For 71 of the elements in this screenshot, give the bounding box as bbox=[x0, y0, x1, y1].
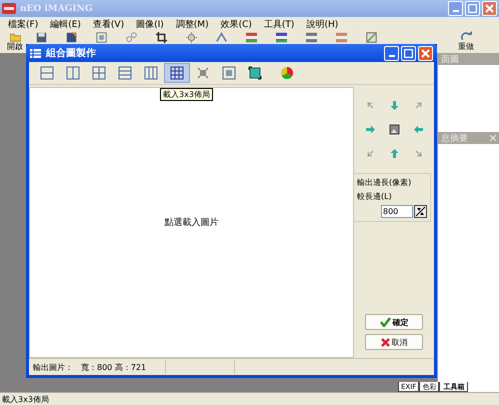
input-field[interactable]: 800 bbox=[381, 205, 413, 218]
arrow-icon bbox=[412, 124, 424, 134]
cross-icon bbox=[380, 338, 390, 346]
frame-icon bbox=[96, 32, 106, 43]
save-as-icon bbox=[66, 32, 76, 43]
field-label: 較長邊(L) bbox=[357, 191, 393, 202]
color-bars-icon bbox=[276, 32, 286, 43]
image-icon bbox=[388, 124, 400, 134]
two-rows-layout-icon bbox=[38, 64, 56, 82]
three-rows-layout-icon bbox=[116, 64, 134, 82]
menu-item[interactable]: 說明(H) bbox=[300, 18, 344, 30]
close-button[interactable] bbox=[418, 46, 433, 60]
edit-icon bbox=[366, 32, 376, 43]
maximize-icon bbox=[468, 4, 477, 13]
frame-icon bbox=[220, 64, 238, 82]
ok-button[interactable]: 確定 bbox=[365, 314, 423, 330]
image-frame-icon bbox=[246, 64, 264, 82]
window-title: nEO iMAGING bbox=[20, 4, 93, 14]
three-columns-layout-icon bbox=[142, 64, 160, 82]
menu-item[interactable]: 調整(M) bbox=[170, 18, 215, 30]
align-button[interactable] bbox=[388, 124, 400, 134]
close-icon bbox=[421, 48, 430, 58]
spin-button[interactable] bbox=[414, 205, 427, 218]
dialog-title: 組合圖製作 bbox=[46, 46, 96, 60]
arrow-icon bbox=[388, 100, 400, 110]
minimize-button[interactable] bbox=[384, 46, 399, 60]
cancel-button[interactable]: 取消 bbox=[365, 334, 423, 350]
toolbar-button[interactable]: 開啟 bbox=[4, 31, 26, 53]
color-bars-icon bbox=[246, 32, 256, 43]
status-value: 寬：800 高：721 bbox=[80, 362, 148, 372]
status-text: 載入3x3佈局 bbox=[2, 394, 49, 404]
maximize-button[interactable] bbox=[465, 1, 480, 16]
arrow-icon bbox=[388, 148, 400, 158]
close-icon bbox=[485, 4, 494, 13]
menu-item[interactable]: 編輯(E) bbox=[44, 18, 87, 30]
checkmark-icon bbox=[380, 317, 390, 327]
arrow-icon bbox=[364, 100, 376, 110]
panel-title: 息摘要 bbox=[441, 132, 468, 144]
panel-title: 面圖 bbox=[441, 54, 459, 66]
toolbar-button[interactable]: 重做 bbox=[455, 31, 477, 53]
crop-icon bbox=[156, 32, 166, 43]
status-label: 輸出圖片： bbox=[32, 362, 74, 372]
canvas-hint: 點選載入圖片 bbox=[164, 216, 218, 229]
color-bars-icon bbox=[306, 32, 316, 43]
redo-icon bbox=[460, 31, 472, 42]
two-columns-layout-icon bbox=[64, 64, 82, 82]
grid-layout-icon bbox=[168, 64, 186, 82]
color-wheel-icon bbox=[278, 64, 296, 82]
maximize-button[interactable] bbox=[401, 46, 416, 60]
layout-button[interactable] bbox=[164, 63, 190, 83]
maximize-icon bbox=[404, 48, 413, 58]
group-title: 輸出邊長(像素) bbox=[357, 177, 412, 188]
minimize-icon bbox=[452, 10, 458, 12]
menu-item[interactable]: 檔案(F) bbox=[2, 18, 44, 30]
menu-item[interactable]: 圖像(I) bbox=[130, 18, 170, 30]
color-bars-icon bbox=[336, 32, 346, 43]
arrow-icon bbox=[364, 124, 376, 134]
tooltip: 載入3x3佈局 bbox=[160, 88, 213, 101]
save-icon bbox=[36, 32, 46, 43]
grid-layout-icon bbox=[90, 64, 108, 82]
folder-icon bbox=[10, 31, 20, 42]
brightness-icon bbox=[186, 32, 196, 43]
menu-item[interactable]: 工具(T) bbox=[258, 18, 300, 30]
minimize-button[interactable] bbox=[448, 1, 463, 16]
menu-item[interactable]: 效果(C) bbox=[214, 18, 258, 30]
grid-icon bbox=[30, 48, 41, 58]
menu-item[interactable]: 查看(V) bbox=[86, 18, 130, 30]
close-button[interactable] bbox=[482, 1, 497, 16]
link-icon bbox=[126, 32, 136, 43]
minimize-icon bbox=[388, 54, 394, 56]
app-icon bbox=[2, 3, 16, 14]
